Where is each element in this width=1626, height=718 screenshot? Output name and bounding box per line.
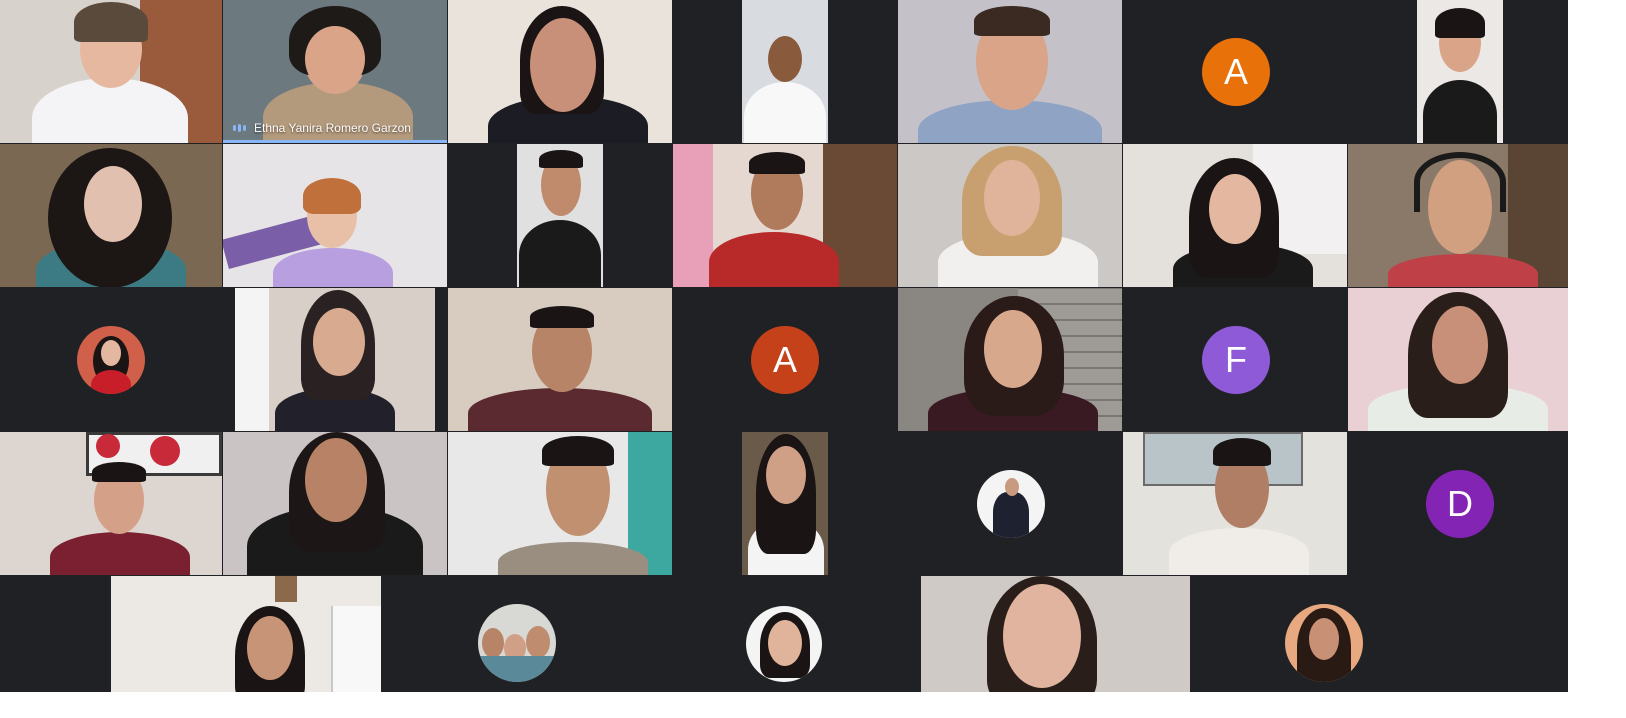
participant-avatar <box>977 470 1045 538</box>
participant-tile[interactable] <box>448 144 672 287</box>
participant-tile[interactable] <box>1191 576 1459 692</box>
participant-tile[interactable] <box>0 432 222 575</box>
participant-video <box>111 576 381 692</box>
participant-video <box>1417 0 1503 143</box>
participant-avatar <box>1285 604 1363 682</box>
participant-tile[interactable] <box>382 576 651 692</box>
participant-avatar <box>746 606 822 682</box>
participant-tile[interactable] <box>1123 144 1347 287</box>
participant-avatar: D <box>1426 470 1494 538</box>
participant-tile[interactable] <box>673 432 897 575</box>
participant-video <box>898 144 1122 287</box>
participant-tile[interactable]: D <box>1348 432 1568 575</box>
participant-video <box>517 144 603 287</box>
participant-tile[interactable] <box>0 144 222 287</box>
video-grid: Ethna Yanira Romero Garzon A A F D <box>0 0 1568 692</box>
participant-tile[interactable] <box>652 576 920 692</box>
participant-tile[interactable] <box>1348 144 1568 287</box>
participant-avatar: F <box>1202 326 1270 394</box>
participant-tile[interactable] <box>0 0 222 143</box>
participant-tile[interactable] <box>1348 0 1568 143</box>
participant-avatar: A <box>751 326 819 394</box>
participant-tile[interactable] <box>111 576 381 692</box>
participant-tile[interactable] <box>0 288 222 431</box>
participant-tile[interactable] <box>898 432 1122 575</box>
participant-tile[interactable] <box>223 432 447 575</box>
participant-tile[interactable] <box>921 576 1190 692</box>
participant-video <box>448 0 672 143</box>
participant-video <box>1123 432 1347 575</box>
participant-tile[interactable] <box>673 144 897 287</box>
participant-tile[interactable] <box>448 288 672 431</box>
participant-video <box>1123 144 1347 287</box>
participant-tile[interactable] <box>673 0 897 143</box>
participant-video <box>0 432 222 575</box>
participant-tile[interactable] <box>223 288 447 431</box>
participant-name-tag: Ethna Yanira Romero Garzon <box>233 121 411 135</box>
participant-tile[interactable] <box>1123 432 1347 575</box>
participant-tile[interactable]: A <box>673 288 897 431</box>
participant-video <box>1348 288 1568 431</box>
participant-video <box>448 432 672 575</box>
participant-tile[interactable] <box>898 144 1122 287</box>
participant-video <box>223 144 447 287</box>
participant-video <box>673 144 897 287</box>
participant-video <box>921 576 1190 692</box>
participant-tile-active[interactable]: Ethna Yanira Romero Garzon <box>223 0 447 143</box>
participant-avatar <box>478 604 556 682</box>
participant-video <box>448 288 672 431</box>
participant-video <box>223 432 447 575</box>
participant-video <box>235 288 435 431</box>
participant-tile[interactable] <box>898 0 1122 143</box>
participant-video <box>742 432 828 575</box>
participant-tile[interactable] <box>1348 288 1568 431</box>
participant-video <box>742 0 828 143</box>
participant-avatar: A <box>1202 38 1270 106</box>
participant-video <box>0 144 222 287</box>
participant-tile[interactable] <box>898 288 1122 431</box>
speaking-highlight <box>223 140 447 143</box>
participant-video <box>898 288 1122 431</box>
participant-video <box>0 0 222 143</box>
participant-tile[interactable]: A <box>1123 0 1347 143</box>
participant-video <box>898 0 1122 143</box>
participant-tile[interactable] <box>448 0 672 143</box>
participant-tile[interactable] <box>448 432 672 575</box>
participant-avatar <box>77 326 145 394</box>
speaking-indicator-icon <box>233 124 246 132</box>
participant-name: Ethna Yanira Romero Garzon <box>254 121 411 135</box>
participant-tile[interactable]: F <box>1123 288 1347 431</box>
participant-tile[interactable] <box>223 144 447 287</box>
participant-video <box>1348 144 1568 287</box>
